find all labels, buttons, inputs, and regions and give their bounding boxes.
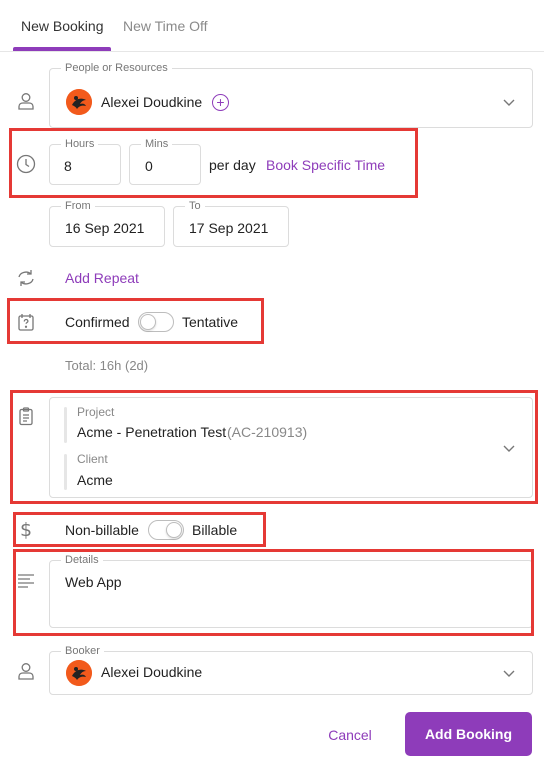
- billable-toggle[interactable]: [148, 520, 184, 540]
- add-repeat-link[interactable]: Add Repeat: [65, 270, 139, 286]
- add-booking-button[interactable]: Add Booking: [405, 712, 532, 756]
- mins-legend: Mins: [141, 137, 173, 151]
- tab-new-time-off[interactable]: New Time Off: [123, 18, 208, 34]
- active-tab-indicator: [13, 47, 111, 51]
- details-legend: Details: [61, 553, 103, 567]
- per-day-label: per day: [209, 157, 256, 173]
- people-select[interactable]: People or Resources Alexei Doudkine +: [49, 61, 533, 128]
- non-billable-label: Non-billable: [65, 522, 139, 538]
- project-code: (AC-210913): [227, 424, 308, 440]
- from-date-value: 16 Sep 2021: [65, 220, 145, 236]
- tab-new-booking[interactable]: New Booking: [21, 18, 104, 34]
- confirmed-tentative-toggle[interactable]: [138, 312, 174, 332]
- hours-legend: Hours: [61, 137, 99, 151]
- from-legend: From: [61, 199, 95, 213]
- project-name: Acme - Penetration Test: [77, 424, 227, 440]
- mins-value: 0: [145, 158, 153, 174]
- chevron-down-icon[interactable]: [502, 666, 516, 680]
- people-name: Alexei Doudkine: [101, 94, 203, 110]
- dollar-icon: $: [19, 519, 33, 541]
- details-textarea[interactable]: Details Web App: [49, 553, 533, 628]
- booker-select[interactable]: Booker Alexei Doudkine: [49, 644, 533, 695]
- clipboard-icon: [15, 405, 37, 427]
- client-divider: [64, 454, 67, 490]
- hours-field[interactable]: Hours 8: [49, 137, 121, 185]
- from-date-field[interactable]: From 16 Sep 2021: [49, 199, 165, 247]
- calendar-question-icon: [15, 311, 37, 333]
- add-person-icon[interactable]: +: [212, 94, 229, 111]
- repeat-icon: [15, 267, 37, 289]
- booker-legend: Booker: [61, 644, 104, 658]
- confirmed-label: Confirmed: [65, 314, 130, 330]
- booker-name: Alexei Doudkine: [101, 664, 203, 680]
- avatar: [66, 660, 92, 686]
- to-date-field[interactable]: To 17 Sep 2021: [173, 199, 289, 247]
- clock-icon: [15, 153, 37, 175]
- client-legend: Client: [77, 452, 108, 466]
- chevron-down-icon[interactable]: [502, 441, 516, 455]
- billable-label: Billable: [192, 522, 238, 538]
- details-value: Web App: [65, 574, 122, 590]
- book-specific-time-link[interactable]: Book Specific Time: [266, 157, 385, 173]
- to-date-value: 17 Sep 2021: [189, 220, 269, 236]
- client-name: Acme: [77, 472, 113, 488]
- chevron-down-icon[interactable]: [502, 95, 516, 109]
- person-icon: [15, 660, 37, 682]
- hours-value: 8: [64, 158, 72, 174]
- project-legend: Project: [77, 405, 115, 419]
- total-hours-text: Total: 16h (2d): [65, 358, 149, 373]
- project-select[interactable]: Project Acme - Penetration Test (AC-2109…: [49, 397, 533, 498]
- person-icon: [15, 90, 37, 112]
- booking-tabs: New Booking New Time Off: [0, 0, 544, 52]
- project-divider: [64, 407, 67, 443]
- to-legend: To: [185, 199, 205, 213]
- cancel-button[interactable]: Cancel: [318, 722, 382, 748]
- tentative-label: Tentative: [182, 314, 239, 330]
- avatar: [66, 89, 92, 115]
- text-lines-icon: [15, 569, 37, 591]
- mins-field[interactable]: Mins 0: [129, 137, 201, 185]
- people-legend: People or Resources: [61, 61, 172, 75]
